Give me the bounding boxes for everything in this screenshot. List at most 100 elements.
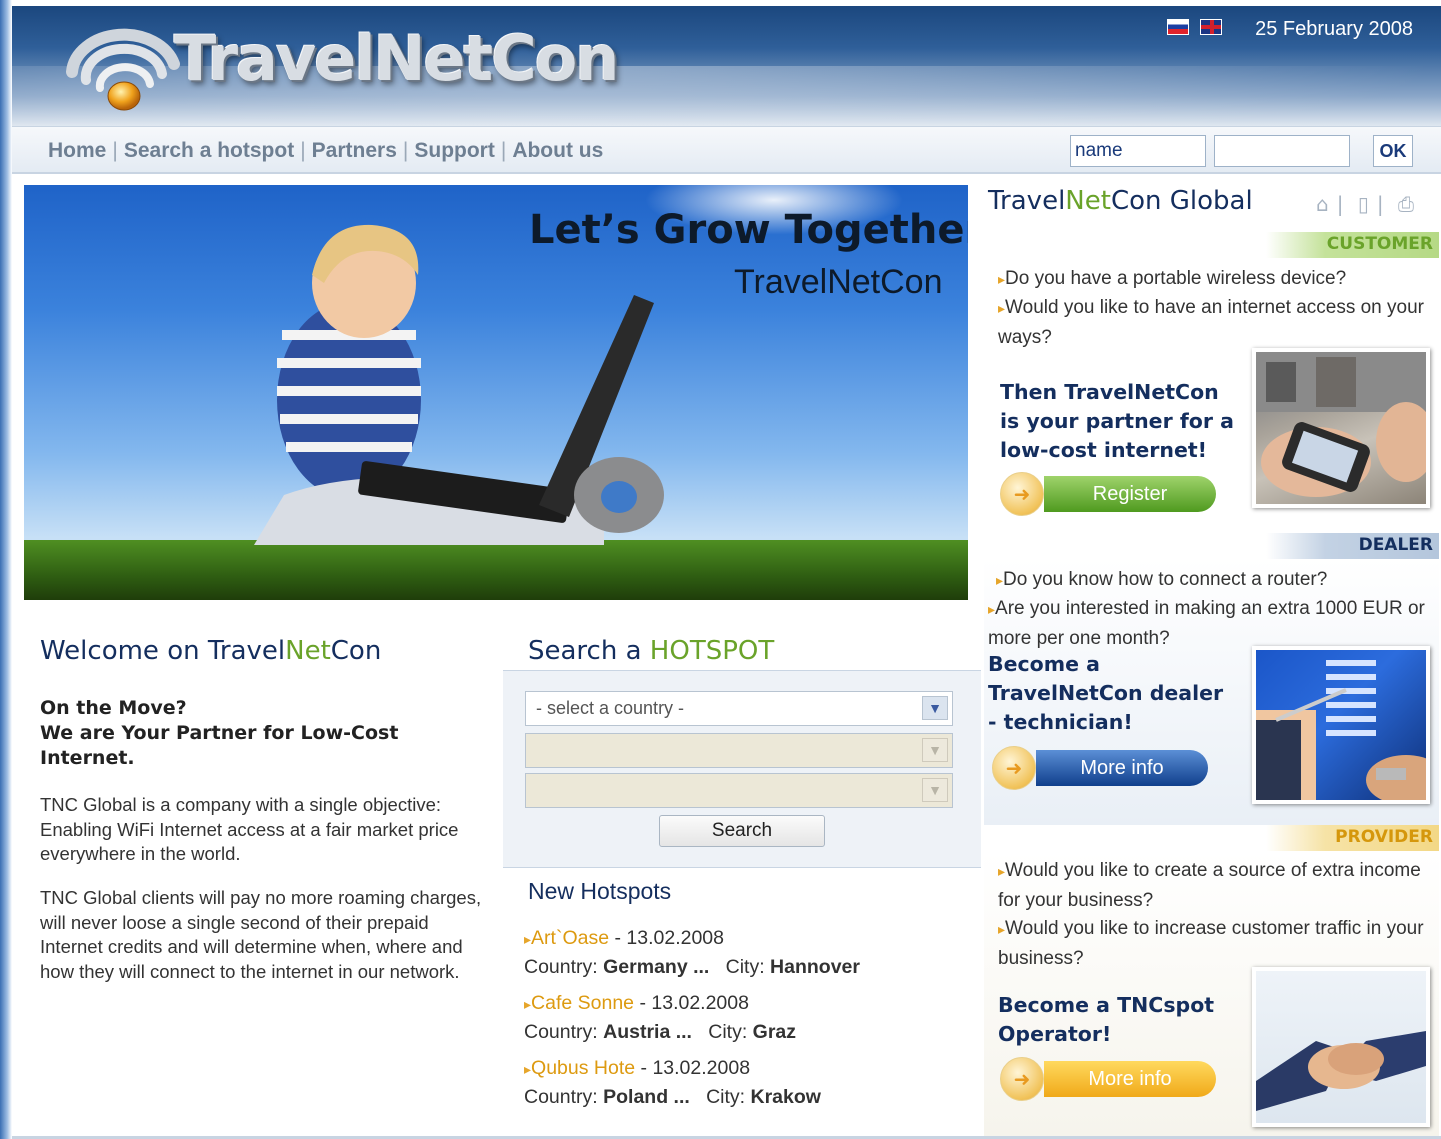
nav-separator: | [112,139,118,162]
hotspot-date: 13.02.2008 [652,1057,751,1079]
customer-question-2-text: Would you like to have an internet acces… [998,297,1424,348]
arrow-right-icon: ➜ [1000,472,1044,516]
country-label: Country: [524,1021,598,1043]
main-nav: Home | Search a hotspot | Partners | Support | A… [12,126,1441,174]
provider-section-header: PROVIDER [984,825,1439,851]
login-ok-button[interactable]: OK [1373,135,1413,167]
nav-separator: | [402,139,409,162]
sidebar-title-green: Net [1065,186,1111,216]
hero-grass [24,540,968,600]
home-icon[interactable]: ⌂ [1316,192,1329,216]
arrow-right-icon: ➜ [992,746,1036,790]
city-label: City: [725,956,765,978]
welcome-title-suffix: Con [330,636,382,666]
page: TravelNetCon 25 February 2008 Home | Searc… [0,0,1441,1139]
dealer-more-info-label: More info [1036,750,1208,786]
bullet-arrow-icon: ▸ [524,996,532,1012]
hotspot-city: Graz [752,1021,797,1043]
bullet-arrow-icon: ▸ [998,300,1006,316]
search-button[interactable]: Search [659,815,825,847]
nav-search-hotspot[interactable]: Search a hotspot [124,139,294,162]
flag-slovenia-icon[interactable] [1167,19,1189,35]
welcome-title: Welcome on TravelNetCon [40,636,381,666]
site-header: TravelNetCon 25 February 2008 [12,6,1441,126]
search-title-prefix: Search a [528,636,650,666]
search-title: Search a HOTSPOT [528,636,774,666]
provider-question-2: ▸Would you like to increase customer tra… [998,914,1438,973]
window-edge [0,0,12,1139]
hotspot-name-link[interactable]: Art`Oase [531,927,609,949]
provider-question-2-text: Would you like to increase customer traf… [998,918,1424,969]
header-date: 25 February 2008 [1255,18,1413,40]
region-select[interactable]: ▼ [525,733,953,768]
sidebar-title: TravelNetCon Global [988,186,1253,216]
monitor-photo-image [1256,660,1426,800]
country-select[interactable]: - select a country - ▼ [525,691,953,726]
hero-banner: Let’s Grow Together TravelNetCon [24,185,968,600]
arrow-right-icon: ➜ [1000,1057,1044,1101]
provider-question-1: ▸Would you like to create a source of ex… [998,856,1438,915]
bullet-arrow-icon: ▸ [524,931,532,947]
hero-title: Let’s Grow Together [529,207,968,253]
dealer-question-2: ▸Are you interested in making an extra 1… [988,594,1438,653]
hotspot-city: Krakow [750,1086,821,1108]
nav-separator: | [300,139,306,162]
dealer-cta: Become a TravelNetCon dealer - technicia… [988,652,1224,734]
hotspot-date: 13.02.2008 [626,927,725,949]
provider-question-1-text: Would you like to create a source of ext… [998,860,1421,911]
print-icon[interactable]: ⎙ [1398,192,1414,216]
sidebar-title-prefix: Travel [988,186,1066,216]
nav-partners[interactable]: Partners [312,139,397,162]
customer-question-1: ▸Do you have a portable wireless device? [998,264,1438,294]
city-label: City: [708,1021,748,1043]
tool-separator: | [1376,192,1384,216]
hotspot-date: 13.02.2008 [651,992,749,1014]
nav-home[interactable]: Home [48,139,106,162]
customer-cta: Then TravelNetCon is your partner for a … [1000,380,1234,462]
customer-photo-pda [1252,348,1430,508]
country-label: Country: [524,1086,598,1108]
nav-about-us[interactable]: About us [512,139,603,162]
hero-subtitle: TravelNetCon [734,263,943,301]
nav-separator: | [500,139,507,162]
nav-links: Home | Search a hotspot | Partners | Support | A… [48,139,603,163]
provider-label: PROVIDER [1335,827,1433,847]
bullet-arrow-icon: ▸ [996,572,1004,588]
right-sidebar: TravelNetCon Global ⌂ | ▯ | ⎙ CUSTOMER ▸Do… [982,176,1441,1139]
bullet-arrow-icon: ▸ [998,921,1006,937]
hero-child-laptop-image [254,224,664,545]
hotspot-name-link[interactable]: Cafe Sonne [531,992,634,1014]
logo-wordmark[interactable]: TravelNetCon [174,22,619,95]
provider-more-info-button[interactable]: ➜ More info [1000,1057,1216,1101]
dealer-question-1-text: Do you know how to connect a router? [1003,569,1328,590]
chevron-down-icon[interactable]: ▼ [922,696,948,720]
chevron-down-icon[interactable]: ▼ [922,778,948,802]
bullet-arrow-icon: ▸ [998,863,1006,879]
flag-uk-icon[interactable] [1200,19,1222,35]
bookmark-icon[interactable]: ▯ [1358,192,1369,216]
bullet-arrow-icon: ▸ [988,601,996,617]
list-item: ▸Cafe Sonne - 13.02.2008 Country: Austri… [524,992,797,1043]
list-item: ▸Qubus Hote - 13.02.2008 Country: Poland… [524,1057,821,1108]
provider-more-info-label: More info [1044,1061,1216,1097]
welcome-title-green: Net [285,636,331,666]
welcome-lead: On the Move? We are Your Partner for Low… [40,697,399,769]
city-select[interactable]: ▼ [525,773,953,808]
welcome-paragraph-2: TNC Global clients will pay no more roam… [40,887,482,982]
hotspot-name-link[interactable]: Qubus Hote [531,1057,635,1079]
login-password-input[interactable] [1214,135,1350,167]
dealer-question-1: ▸Do you know how to connect a router? [996,565,1436,595]
dealer-more-info-button[interactable]: ➜ More info [992,746,1208,790]
bullet-arrow-icon: ▸ [524,1061,532,1077]
list-item: ▸Art`Oase - 13.02.2008 Country: Germany … [524,927,860,978]
pda-photo-image [1256,352,1426,497]
dealer-question-2-text: Are you interested in making an extra 10… [988,598,1425,649]
chevron-down-icon[interactable]: ▼ [922,738,948,762]
nav-support[interactable]: Support [414,139,494,162]
provider-cta: Become a TNCspot Operator! [998,993,1215,1046]
new-hotspots-title: New Hotspots [528,878,672,904]
dealer-photo-monitor [1252,646,1430,804]
dealer-label: DEALER [1358,535,1433,555]
login-name-input[interactable]: name [1070,135,1206,167]
register-button[interactable]: ➜ Register [1000,472,1216,516]
